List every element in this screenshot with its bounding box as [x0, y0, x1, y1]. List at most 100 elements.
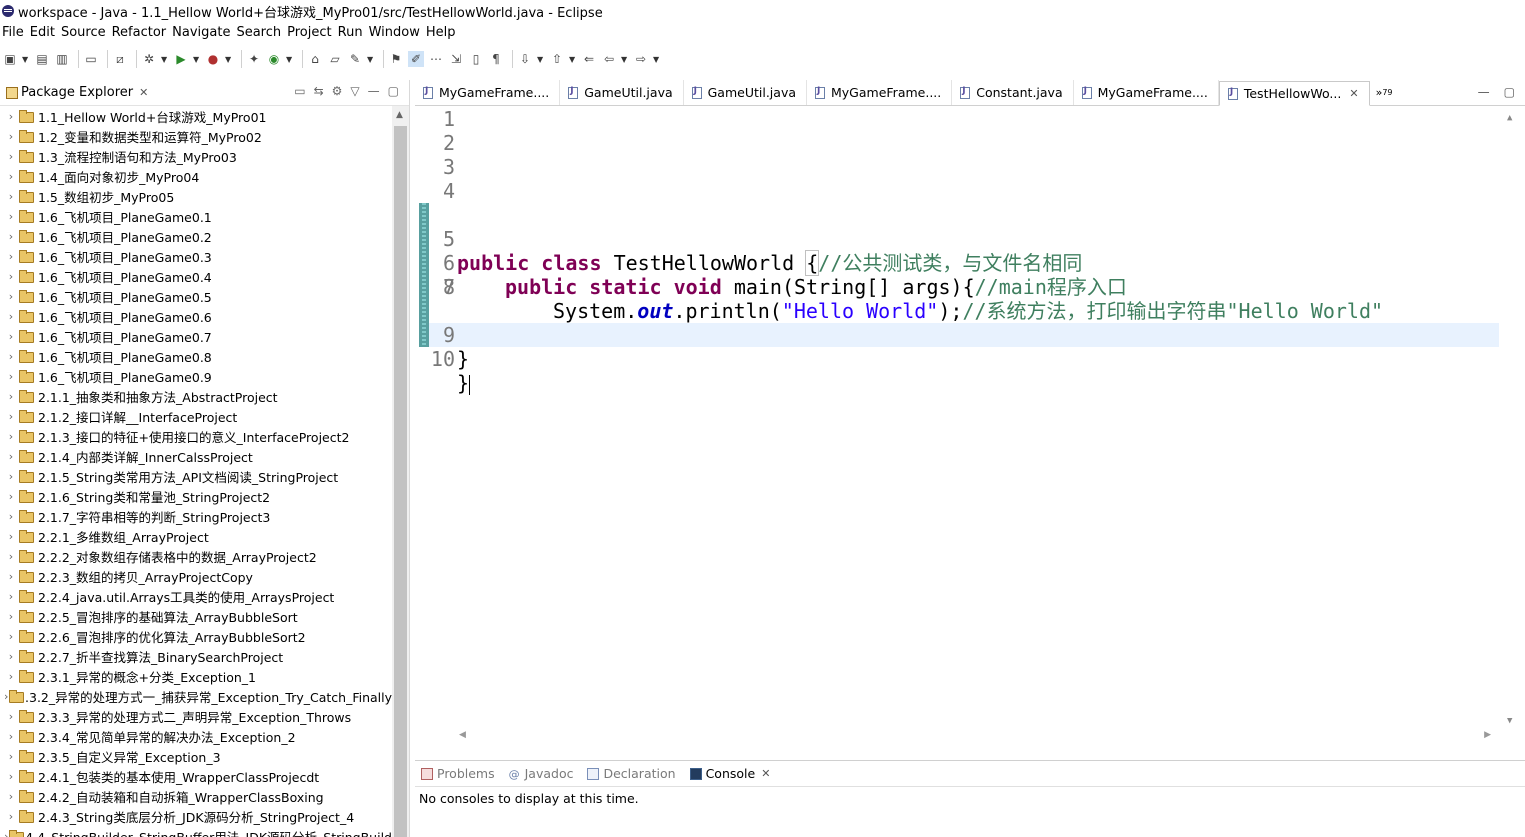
new-class-dropdown-icon[interactable]: ▼ [286, 55, 294, 64]
chevron-right-icon[interactable]: › [0, 370, 18, 383]
tab-javadoc[interactable]: @ Javadoc [503, 766, 582, 781]
menu-file[interactable]: File [0, 25, 30, 40]
scroll-up-icon[interactable]: ▲ [1507, 113, 1512, 123]
search-dropdown-icon[interactable]: ▼ [367, 55, 375, 64]
chevron-right-icon[interactable]: › [0, 470, 18, 483]
tree-item-project[interactable]: › 2.2.5_冒泡排序的基础算法_ArrayBubbleSort [0, 606, 392, 626]
chevron-right-icon[interactable]: › [0, 110, 18, 123]
chevron-right-icon[interactable]: › [0, 250, 18, 263]
tree-item-project[interactable]: › 1.1_Hellow World+台球游戏_MyPro01 [0, 106, 392, 126]
scroll-up-icon[interactable]: ▲ [396, 110, 403, 120]
chevron-right-icon[interactable]: › [0, 190, 18, 203]
tree-item-project[interactable]: › 2.2.3_数组的拷贝_ArrayProjectCopy [0, 566, 392, 586]
run-dropdown-icon[interactable]: ▼ [193, 55, 201, 64]
menu-navigate[interactable]: Navigate [172, 25, 236, 40]
chevron-right-icon[interactable]: › [0, 330, 18, 343]
tab-overflow-button[interactable]: » 79 [1370, 80, 1393, 105]
run-icon[interactable]: ▶ [173, 51, 189, 67]
chevron-right-icon[interactable]: › [0, 390, 18, 403]
tree-item-project[interactable]: › 1.6_飞机项目_PlaneGame0.8 [0, 346, 392, 366]
close-icon[interactable]: ✕ [139, 86, 148, 99]
tree-item-project[interactable]: › 2.3.3_异常的处理方式二_声明异常_Exception_Throws [0, 706, 392, 726]
chevron-right-icon[interactable]: › [0, 770, 18, 783]
scroll-right-icon[interactable]: ▶ [1484, 730, 1491, 740]
tree-item-project[interactable]: › 2.4.3_String类底层分析_JDK源码分析_StringProject… [0, 806, 392, 826]
chevron-right-icon[interactable]: › [0, 530, 18, 543]
editor-tab[interactable]: MyGameFrame.... [1074, 80, 1219, 105]
toggle-highlight-icon[interactable]: ✐ [408, 51, 424, 67]
filter-icon[interactable]: ⚙ [332, 84, 343, 98]
open-type-icon[interactable]: ⌂ [307, 51, 323, 67]
chevron-right-icon[interactable]: › [0, 810, 18, 823]
tree-item-project[interactable]: › 1.6_飞机项目_PlaneGame0.3 [0, 246, 392, 266]
tree-item-project[interactable]: › 2.1.2_接口详解__InterfaceProject [0, 406, 392, 426]
scroll-thumb[interactable] [394, 126, 407, 837]
tree-item-project[interactable]: › 2.1.6_String类和常量池_StringProject2 [0, 486, 392, 506]
code-editor[interactable]: 1 2 3 4 5 public class TestHellowWorld {… [415, 107, 1525, 730]
editor-vertical-scrollbar[interactable]: ▲ ▼ [1507, 107, 1517, 730]
menu-edit[interactable]: Edit [30, 25, 61, 40]
chevron-right-icon[interactable]: › [0, 710, 18, 723]
chevron-right-icon[interactable]: › [0, 550, 18, 563]
chevron-right-icon[interactable]: › [0, 510, 18, 523]
chevron-right-icon[interactable]: › [0, 690, 8, 703]
chevron-right-icon[interactable]: › [0, 750, 18, 763]
chevron-right-icon[interactable]: › [0, 230, 18, 243]
chevron-right-icon[interactable]: › [0, 610, 18, 623]
chevron-right-icon[interactable]: › [0, 270, 18, 283]
external-tools-dropdown-icon[interactable]: ▼ [225, 55, 233, 64]
new-icon[interactable]: ▣ [2, 51, 18, 67]
collapse-all-icon[interactable]: ▭ [294, 84, 305, 98]
chevron-right-icon[interactable]: › [0, 410, 18, 423]
back-dropdown-icon[interactable]: ▼ [621, 55, 629, 64]
scroll-down-icon[interactable]: ▼ [1507, 716, 1512, 726]
menu-source[interactable]: Source [61, 25, 112, 40]
tree-item-project[interactable]: › 2.1.7_字符串相等的判断_StringProject3 [0, 506, 392, 526]
tree-item-project[interactable]: › 2.3.4_常见简单异常的解决办法_Exception_2 [0, 726, 392, 746]
editor-horizontal-scrollbar[interactable]: ◀ ▶ [415, 730, 1515, 744]
chevron-right-icon[interactable]: › [0, 170, 18, 183]
last-edit-location-icon[interactable]: ⇐ [581, 51, 597, 67]
tree-item-project[interactable]: › 1.6_飞机项目_PlaneGame0.2 [0, 226, 392, 246]
tree-item-project[interactable]: › 1.6_飞机项目_PlaneGame0.4 [0, 266, 392, 286]
tab-console[interactable]: Console ✕ [684, 766, 779, 781]
open-folder-icon[interactable]: ▱ [327, 51, 343, 67]
package-explorer-title[interactable]: Package Explorer [21, 85, 133, 100]
skip-breakpoints-icon[interactable]: ⧄ [112, 51, 128, 67]
scroll-left-icon[interactable]: ◀ [459, 730, 466, 740]
link-with-editor-icon[interactable]: ⇆ [314, 84, 324, 98]
editor-tab-active[interactable]: TestHellowWo... ✕ [1218, 81, 1370, 106]
tree-item-project[interactable]: › 1.4_面向对象初步_MyPro04 [0, 166, 392, 186]
chevron-right-icon[interactable]: › [0, 130, 18, 143]
close-icon[interactable]: ✕ [1349, 87, 1358, 100]
chevron-right-icon[interactable]: › [0, 650, 18, 663]
debug-icon[interactable]: ✲ [141, 51, 157, 67]
menu-run[interactable]: Run [338, 25, 369, 40]
chevron-right-icon[interactable]: › [0, 310, 18, 323]
tree-item-project[interactable]: › 1.6_飞机项目_PlaneGame0.1 [0, 206, 392, 226]
save-all-icon[interactable]: ▥ [54, 51, 70, 67]
external-tools-icon[interactable]: ● [205, 51, 221, 67]
menu-refactor[interactable]: Refactor [112, 25, 173, 40]
chevron-right-icon[interactable]: › [0, 790, 18, 803]
tree-item-project[interactable]: › 1.5_数组初步_MyPro05 [0, 186, 392, 206]
maximize-icon[interactable]: ▢ [1504, 85, 1515, 99]
new-java-package-icon[interactable]: ✦ [246, 51, 262, 67]
editor-tab[interactable]: MyGameFrame.... [807, 80, 953, 105]
toggle-breadcrumb-icon[interactable]: ⋯ [428, 51, 444, 67]
chevron-right-icon[interactable]: › [0, 670, 18, 683]
forward-dropdown-icon[interactable]: ▼ [653, 55, 661, 64]
new-java-class-icon[interactable]: ◉ [266, 51, 282, 67]
chevron-right-icon[interactable]: › [0, 290, 18, 303]
tree-item-project[interactable]: › 2.3.1_异常的概念+分类_Exception_1 [0, 666, 392, 686]
chevron-right-icon[interactable]: › [0, 210, 18, 223]
tree-item-project[interactable]: › 2.4.2_自动装箱和自动拆箱_WrapperClassBoxing [0, 786, 392, 806]
chevron-right-icon[interactable]: › [0, 490, 18, 503]
tree-item-project[interactable]: › 2.2.4_java.util.Arrays工具类的使用_ArraysProj… [0, 586, 392, 606]
explorer-scrollbar[interactable]: ▲ [392, 106, 409, 837]
tree-item-project[interactable]: › 2.1.5_String类常用方法_API文档阅读_StringProject [0, 466, 392, 486]
editor-tab[interactable]: GameUtil.java [684, 80, 807, 105]
next-edit-icon[interactable]: ⇩ [517, 51, 533, 67]
minimize-icon[interactable]: — [368, 84, 380, 98]
tree-item-project[interactable]: › 2.2.7_折半查找算法_BinarySearchProject [0, 646, 392, 666]
